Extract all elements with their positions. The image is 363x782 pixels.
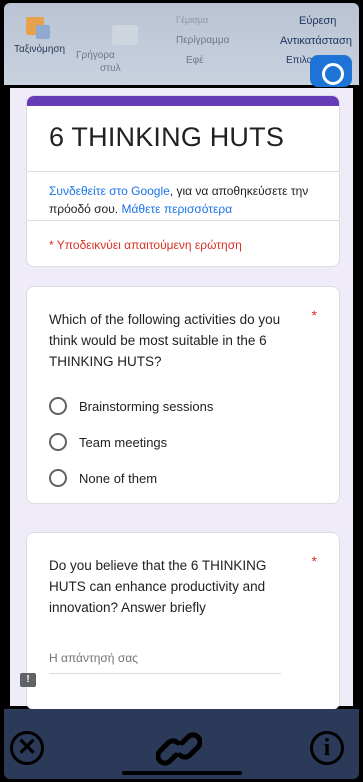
sort-icon-overlay [36, 25, 50, 39]
form-title: 6 THINKING HUTS [49, 122, 285, 152]
form-header-card: 6 THINKING HUTS Συνδεθείτε στο Google, γ… [26, 95, 340, 267]
quick-styles-icon [112, 25, 138, 45]
learn-more-link[interactable]: Μάθετε περισσότερα [121, 202, 232, 216]
camera-icon[interactable] [310, 55, 352, 87]
question-card-2: Do you believe that the 6 THINKING HUTS … [26, 532, 340, 710]
divider [27, 171, 339, 172]
option-label: None of them [79, 470, 158, 486]
question-title: Which of the following activities do you… [49, 312, 281, 369]
ribbon-find-label: Εύρεση [299, 15, 337, 27]
option-brainstorming[interactable]: Brainstorming sessions [49, 397, 213, 415]
radio-button[interactable] [49, 397, 67, 415]
divider [27, 220, 339, 221]
home-indicator[interactable] [122, 771, 242, 775]
radio-button[interactable] [49, 433, 67, 451]
header-accent-bar [27, 96, 339, 106]
required-note: * Υποδεικνύει απαιτούμενη ερώτηση [49, 238, 242, 252]
question-card-1: Which of the following activities do you… [26, 286, 340, 504]
signin-link[interactable]: Συνδεθείτε στο Google [49, 184, 170, 198]
bottom-toolbar: ✕ i [4, 709, 359, 779]
option-team-meetings[interactable]: Team meetings [49, 433, 167, 451]
ribbon-sort-label: Ταξινόμηση [14, 44, 66, 55]
option-label: Brainstorming sessions [79, 398, 214, 414]
radio-button[interactable] [49, 469, 67, 487]
phone-screen: Ταξινόμηση Γρήγορα στυλ Γέμισμα Περίγραμ… [4, 3, 359, 779]
required-asterisk: * [311, 553, 317, 569]
link-icon[interactable] [156, 729, 202, 769]
question-title: Do you believe that the 6 THINKING HUTS … [49, 558, 267, 615]
option-none[interactable]: None of them [49, 469, 157, 487]
feedback-icon[interactable]: ! [20, 673, 36, 687]
ribbon-quick-styles-label-2: στυλ [100, 63, 121, 74]
answer-input[interactable]: Η απάντησή σας [49, 651, 281, 674]
office-ribbon-background: Ταξινόμηση Γρήγορα στυλ Γέμισμα Περίγραμ… [4, 3, 359, 87]
ribbon-quick-styles-label: Γρήγορα [76, 50, 115, 61]
required-asterisk: * [311, 307, 317, 323]
signin-notice: Συνδεθείτε στο Google, για να αποθηκεύσε… [49, 182, 325, 218]
ribbon-replace-label: Αντικατάσταση [280, 35, 352, 47]
close-icon[interactable]: ✕ [10, 731, 44, 765]
ribbon-fill-label: Γέμισμα [176, 15, 209, 25]
ribbon-effect-label: Εφέ [186, 55, 204, 66]
info-icon[interactable]: i [310, 731, 344, 765]
option-label: Team meetings [79, 434, 168, 450]
ribbon-outline-label: Περίγραμμα [176, 35, 230, 46]
